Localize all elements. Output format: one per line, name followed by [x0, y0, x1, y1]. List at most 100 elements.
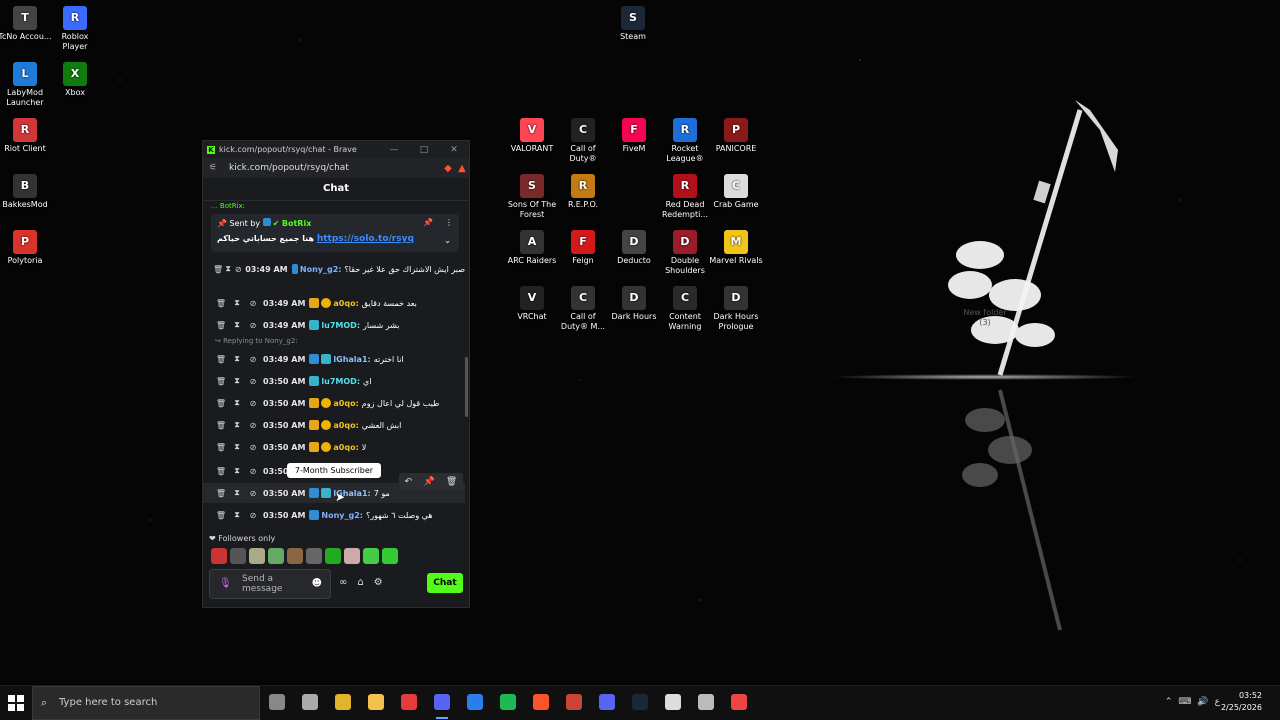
chat-message[interactable]: 🗑 ⧗ ⊘ 03:49 AM lGhala1: انا اخترته	[203, 349, 465, 369]
emote[interactable]	[230, 548, 246, 564]
emote[interactable]	[344, 548, 360, 564]
taskbar-settings-icon[interactable]	[302, 694, 318, 710]
ban-icon[interactable]: ⊘	[245, 399, 261, 408]
message-username[interactable]: lu7MOD:	[321, 377, 360, 386]
chat-message[interactable]: 🗑 ⧗ ⊘ 03:49 AM lu7MOD: بشر شسار	[203, 315, 465, 335]
emote[interactable]	[325, 548, 341, 564]
more-options-icon[interactable]: ⋮	[445, 218, 453, 227]
desktop-icon-sotf[interactable]: S Sons Of The Forest	[505, 174, 559, 220]
delete-message-icon[interactable]: 🗑	[213, 265, 223, 274]
delete-message-icon[interactable]: 🗑	[213, 467, 229, 476]
chat-message[interactable]: 🗑 ⧗ ⊘ 03:50 AM Nony_g2: هي وصلت ٦ شهور؟	[203, 505, 465, 525]
timeout-icon[interactable]: ⧗	[229, 320, 245, 330]
taskbar-brave-icon[interactable]	[533, 694, 549, 710]
timeout-icon[interactable]: ⧗	[229, 442, 245, 452]
taskbar-opera-gx-icon[interactable]	[401, 694, 417, 710]
chat-message[interactable]: 🗑 ⧗ ⊘ 03:50 AM a0qo: لا	[203, 437, 465, 457]
maximize-button[interactable]: □	[409, 145, 439, 155]
user-badge-icon[interactable]	[309, 376, 320, 386]
desktop-icon-rocket-league[interactable]: R Rocket League®	[658, 118, 712, 164]
desktop-icon-bakkesmod[interactable]: B BakkesMod	[0, 174, 52, 210]
message-username[interactable]: a0qo:	[333, 443, 358, 452]
desktop-icon-vrchat[interactable]: V VRChat	[505, 286, 559, 322]
address-bar[interactable]: ⚟ kick.com/popout/rsyq/chat ◆ ▲	[203, 158, 469, 178]
desktop-icon-xbox[interactable]: X Xbox	[48, 62, 102, 98]
pin-icon[interactable]: 📌	[423, 218, 433, 227]
user-badge-icon[interactable]	[309, 510, 320, 520]
desktop-icon-feign[interactable]: F Feign	[556, 230, 610, 266]
store-icon[interactable]: ⌂	[357, 577, 363, 588]
desktop-icon-panicore[interactable]: P PANICORE	[709, 118, 763, 154]
message-username[interactable]: lu7MOD:	[321, 321, 360, 330]
ban-icon[interactable]: ⊘	[233, 265, 243, 274]
network-icon[interactable]: ⌨	[1178, 697, 1191, 707]
system-tray[interactable]: ⌃ ⌨ 🔊 ع	[1165, 697, 1220, 707]
user-badge-icon[interactable]	[309, 442, 320, 452]
send-chat-button[interactable]: Chat	[427, 573, 463, 593]
timeout-icon[interactable]: ⧗	[229, 420, 245, 430]
reply-icon[interactable]: ↶	[405, 477, 413, 487]
taskbar-task-view-icon[interactable]	[269, 694, 285, 710]
user-badge-icon[interactable]	[321, 354, 332, 364]
user-badge-icon[interactable]	[321, 298, 332, 308]
user-badge-icon[interactable]	[309, 354, 320, 364]
delete-message-icon[interactable]: 🗑	[213, 511, 229, 520]
start-button[interactable]	[8, 695, 24, 711]
site-settings-icon[interactable]: ⚟	[209, 163, 221, 173]
delete-message-icon[interactable]: 🗑	[213, 443, 229, 452]
emote[interactable]	[287, 548, 303, 564]
message-username[interactable]: Nony_g2:	[300, 265, 342, 274]
desktop-icon-roblox[interactable]: R Roblox Player	[48, 6, 102, 52]
user-badge-icon[interactable]	[309, 420, 320, 430]
ban-icon[interactable]: ⊘	[245, 421, 261, 430]
timeout-icon[interactable]: ⧗	[229, 298, 245, 308]
emote[interactable]	[306, 548, 322, 564]
taskbar-search[interactable]: ⌕ Type here to search	[32, 686, 260, 720]
delete-message-icon[interactable]: 🗑	[213, 321, 229, 330]
ban-icon[interactable]: ⊘	[245, 511, 261, 520]
taskbar-clock[interactable]: 03:52 2/25/2026	[1221, 690, 1262, 714]
url-text[interactable]: kick.com/popout/rsyq/chat	[221, 163, 441, 173]
taskbar-app-icon[interactable]	[566, 694, 582, 710]
emote[interactable]	[363, 548, 379, 564]
timeout-icon[interactable]: ⧗	[229, 376, 245, 386]
taskbar-steam-icon[interactable]	[632, 694, 648, 710]
taskbar-file-explorer-icon[interactable]	[368, 694, 384, 710]
desktop-icon-tcno[interactable]: T TcNo Accou...	[0, 6, 52, 42]
timeout-icon[interactable]: ⧗	[229, 510, 245, 520]
desktop-icon-arc-raiders[interactable]: A ARC Raiders	[505, 230, 559, 266]
browser-window[interactable]: K kick.com/popout/rsyq/chat - Brave — □ …	[202, 140, 470, 608]
emote[interactable]	[382, 548, 398, 564]
taskbar-discord-icon[interactable]	[599, 694, 615, 710]
chat-message[interactable]: 🗑 ⧗ ⊘ 03:50 AM a0qo: ابش العشي	[203, 415, 465, 435]
emote[interactable]	[211, 548, 227, 564]
message-username[interactable]: a0qo:	[333, 299, 358, 308]
ban-icon[interactable]: ⊘	[245, 467, 261, 476]
desktop-icon-polytoria[interactable]: P Polytoria	[0, 230, 52, 266]
chat-message[interactable]: 🗑 ⧗ ⊘ 03:49 AM a0qo: بعد خمسة دقايق	[203, 293, 465, 313]
message-input[interactable]: 🎙 Send a message ☻	[209, 569, 331, 599]
desktop-icon-double-shoulders[interactable]: D Double Shoulders	[658, 230, 712, 276]
message-username[interactable]: a0qo:	[333, 421, 358, 430]
volume-icon[interactable]: 🔊	[1197, 697, 1208, 707]
desktop-icon-labymod[interactable]: L LabyMod Launcher	[0, 62, 52, 108]
emote-bar[interactable]	[211, 548, 398, 564]
delete-icon[interactable]: 🗑	[446, 477, 457, 487]
pin-message-icon[interactable]: 📌	[423, 477, 434, 487]
desktop-icon-riot[interactable]: R Riot Client	[0, 118, 52, 154]
user-badge-icon[interactable]	[309, 398, 320, 408]
taskbar-spotify-icon[interactable]	[500, 694, 516, 710]
message-username[interactable]: Nony_g2:	[321, 511, 363, 520]
message-username[interactable]: a0qo:	[333, 399, 358, 408]
delete-message-icon[interactable]: 🗑	[213, 489, 229, 498]
user-badge-icon[interactable]	[321, 398, 332, 408]
new-folder-label[interactable]: New folder (3)	[958, 308, 1012, 328]
title-bar[interactable]: K kick.com/popout/rsyq/chat - Brave — □ …	[203, 141, 469, 158]
taskbar-store-icon[interactable]	[467, 694, 483, 710]
delete-message-icon[interactable]: 🗑	[213, 355, 229, 364]
ban-icon[interactable]: ⊘	[245, 489, 261, 498]
desktop-icon-repo[interactable]: R R.E.P.O.	[556, 174, 610, 210]
microphone-icon[interactable]: 🎙	[219, 578, 232, 589]
pinned-link[interactable]: https://solo.to/rsyq	[317, 234, 414, 244]
desktop-icon-fivem[interactable]: F FiveM	[607, 118, 661, 154]
